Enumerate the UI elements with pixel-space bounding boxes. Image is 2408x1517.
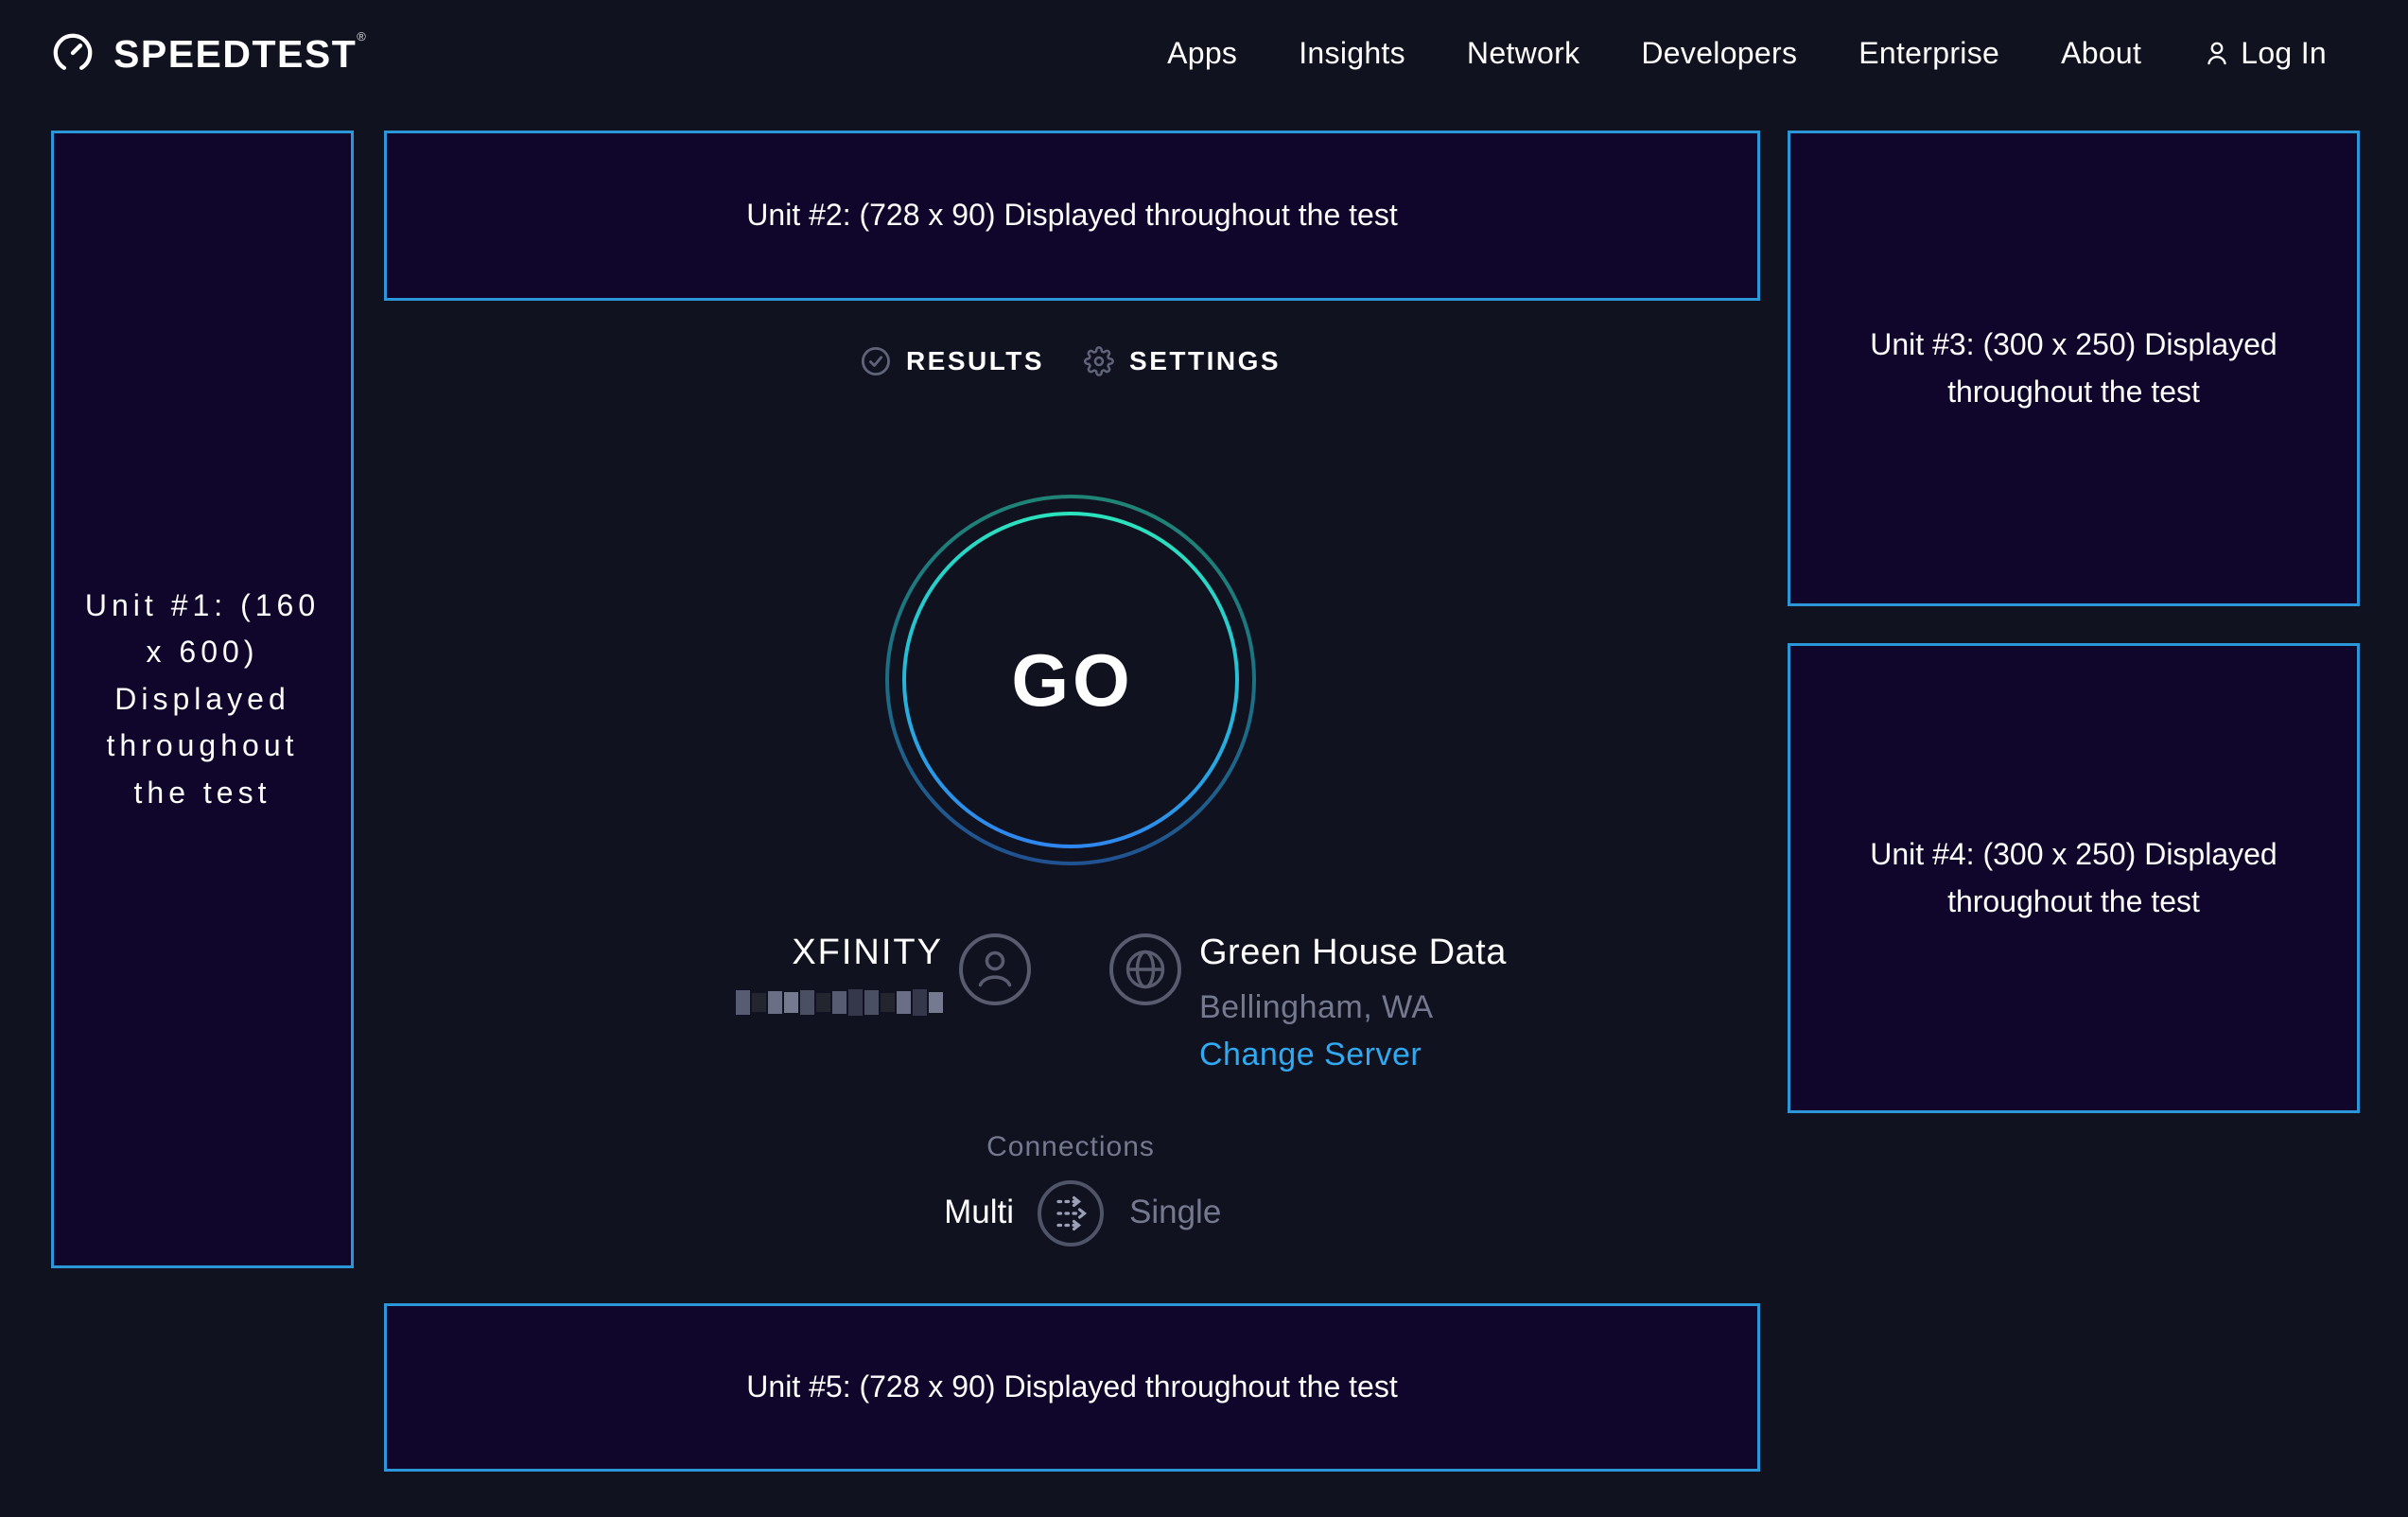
check-circle-icon bbox=[861, 346, 891, 376]
nav-item-insights[interactable]: Insights bbox=[1299, 36, 1405, 71]
speedtest-page: SPEEDTEST® Apps Insights Network Develop… bbox=[0, 0, 2408, 1517]
top-nav-bar: SPEEDTEST® Apps Insights Network Develop… bbox=[0, 0, 2408, 106]
tab-results-label: RESULTS bbox=[906, 346, 1044, 376]
login-button[interactable]: Log In bbox=[2203, 36, 2327, 71]
go-button-label: GO bbox=[881, 491, 1260, 869]
ad-unit-5[interactable]: Unit #5: (728 x 90) Displayed throughout… bbox=[384, 1303, 1760, 1472]
ad-unit-5-label: Unit #5: (728 x 90) Displayed throughout… bbox=[746, 1364, 1397, 1411]
ad-unit-2[interactable]: Unit #2: (728 x 90) Displayed throughout… bbox=[384, 131, 1760, 301]
speedometer-icon bbox=[51, 31, 95, 75]
tab-settings[interactable]: SETTINGS bbox=[1084, 346, 1281, 376]
user-icon bbox=[2203, 39, 2231, 67]
main-nav: Apps Insights Network Developers Enterpr… bbox=[1167, 36, 2327, 71]
view-tabs: RESULTS SETTINGS bbox=[861, 346, 1281, 376]
server-name: Green House Data bbox=[1199, 933, 1507, 973]
trademark-mark: ® bbox=[357, 29, 366, 44]
nav-item-developers[interactable]: Developers bbox=[1641, 36, 1797, 71]
nav-item-about[interactable]: About bbox=[2061, 36, 2141, 71]
connections-single-label: Single bbox=[1129, 1194, 1221, 1231]
connections-multi-label: Multi bbox=[944, 1194, 1014, 1231]
server-location: Bellingham, WA bbox=[1199, 989, 1434, 1026]
ad-unit-4-label: Unit #4: (300 x 250) Displayed throughou… bbox=[1852, 831, 2296, 925]
ad-unit-3-label: Unit #3: (300 x 250) Displayed throughou… bbox=[1852, 322, 2296, 415]
ad-unit-4[interactable]: Unit #4: (300 x 250) Displayed throughou… bbox=[1788, 643, 2360, 1113]
ad-unit-1[interactable]: Unit #1: (160 x 600) Displayed throughou… bbox=[51, 131, 354, 1268]
tab-results[interactable]: RESULTS bbox=[861, 346, 1044, 376]
nav-item-enterprise[interactable]: Enterprise bbox=[1858, 36, 1999, 71]
server-globe-icon bbox=[1108, 933, 1182, 1006]
speedtest-logo[interactable]: SPEEDTEST® bbox=[51, 29, 366, 77]
connection-mode-toggle[interactable] bbox=[1037, 1179, 1105, 1247]
isp-user-icon bbox=[958, 933, 1032, 1006]
nav-item-network[interactable]: Network bbox=[1467, 36, 1579, 71]
ad-unit-3[interactable]: Unit #3: (300 x 250) Displayed throughou… bbox=[1788, 131, 2360, 606]
tab-settings-label: SETTINGS bbox=[1129, 346, 1281, 376]
isp-name: XFINITY bbox=[792, 933, 943, 973]
ip-address-redacted bbox=[733, 989, 943, 1016]
ad-unit-2-label: Unit #2: (728 x 90) Displayed throughout… bbox=[746, 192, 1397, 239]
change-server-link[interactable]: Change Server bbox=[1199, 1037, 1422, 1073]
login-label: Log In bbox=[2241, 36, 2327, 71]
logo-text: SPEEDTEST® bbox=[113, 29, 366, 77]
ad-unit-1-label: Unit #1: (160 x 600) Displayed throughou… bbox=[74, 583, 331, 817]
go-button[interactable]: GO bbox=[881, 491, 1260, 869]
connections-label: Connections bbox=[986, 1131, 1155, 1163]
gear-icon bbox=[1084, 346, 1114, 376]
nav-item-apps[interactable]: Apps bbox=[1167, 36, 1237, 71]
